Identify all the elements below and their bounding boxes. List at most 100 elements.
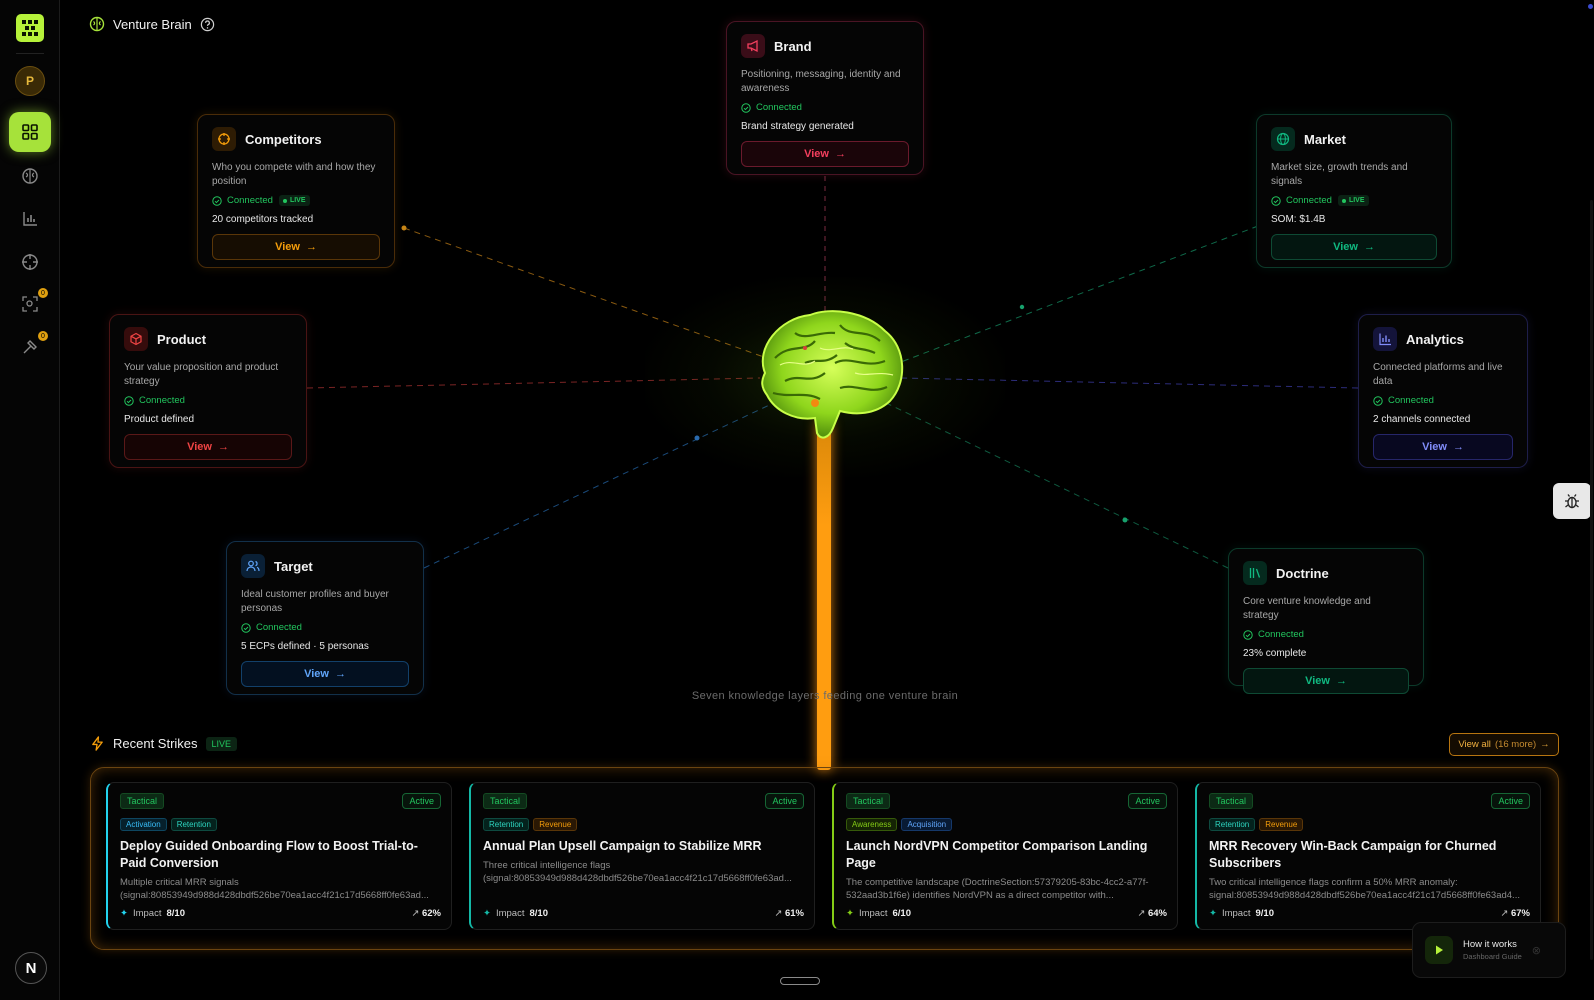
- arrow-right-icon: →: [834, 148, 846, 160]
- card-metric: 20 competitors tracked: [212, 214, 314, 225]
- connected-status: Connected: [1271, 195, 1332, 206]
- market-view-button[interactable]: View →: [1271, 234, 1437, 260]
- venture-brain-illustration: [745, 303, 910, 453]
- brain-icon-large: [761, 310, 904, 439]
- view-all-count: (16 more): [1494, 739, 1537, 750]
- arrow-right-icon: →: [1452, 441, 1464, 453]
- status-label: Connected: [256, 622, 302, 633]
- card-title: Brand: [774, 38, 812, 54]
- card-description: Core venture knowledge and strategy: [1243, 596, 1371, 621]
- strike-description: Multiple critical MRR signals (signal:80…: [120, 877, 429, 901]
- card-title: Analytics: [1406, 331, 1464, 347]
- arrow-right-icon: →: [1363, 241, 1375, 253]
- check-circle-icon: [241, 622, 251, 633]
- category-tag: Acquisition: [901, 818, 953, 831]
- competitors-view-button[interactable]: View →: [212, 234, 380, 260]
- trend-up-icon: ↗: [1500, 908, 1509, 919]
- bar-chart-icon: [1373, 327, 1397, 351]
- category-tag: Retention: [1209, 818, 1256, 831]
- product-view-button[interactable]: View →: [124, 434, 292, 460]
- arrow-right-icon: →: [1335, 675, 1347, 687]
- strike-title: Annual Plan Upsell Campaign to Stabilize…: [483, 839, 762, 853]
- impact-icon: ✦: [483, 908, 491, 919]
- arrow-right-icon: →: [305, 241, 317, 253]
- card-target: Target Ideal customer profiles and buyer…: [226, 541, 424, 695]
- target-view-button[interactable]: View →: [241, 661, 409, 687]
- status-label: Connected: [756, 102, 802, 113]
- status-label: Connected: [1388, 395, 1434, 406]
- megaphone-icon: [741, 34, 765, 58]
- trend-up-icon: ↗: [411, 908, 420, 919]
- connected-status: Connected: [212, 195, 273, 206]
- check-circle-icon: [1373, 395, 1383, 406]
- view-label: View: [304, 668, 329, 680]
- section-title: Recent Strikes: [113, 736, 198, 751]
- strike-card[interactable]: Tactical Active Retention Revenue MRR Re…: [1195, 782, 1541, 930]
- strike-card[interactable]: Tactical Active Activation Retention Dep…: [106, 782, 452, 930]
- status-label: Connected: [227, 195, 273, 206]
- strike-card[interactable]: Tactical Active Retention Revenue Annual…: [469, 782, 815, 930]
- impact-score: ✦ Impact 8/10: [483, 908, 548, 919]
- close-icon[interactable]: ⊗: [1532, 944, 1541, 957]
- strike-type-tag: Tactical: [846, 793, 891, 809]
- strike-status-tag: Active: [402, 793, 441, 809]
- energy-beam: [817, 420, 831, 770]
- strike-title: MRR Recovery Win-Back Campaign for Churn…: [1209, 839, 1497, 870]
- analytics-view-button[interactable]: View →: [1373, 434, 1513, 460]
- view-label: View: [1333, 241, 1358, 253]
- debug-button[interactable]: [1553, 483, 1591, 519]
- connected-status: Connected: [124, 395, 185, 406]
- card-metric: SOM: $1.4B: [1271, 214, 1326, 225]
- brand-view-button[interactable]: View →: [741, 141, 909, 167]
- how-it-works-subtitle: Dashboard Guide: [1463, 952, 1522, 961]
- recent-strikes-header: Recent Strikes LIVE: [90, 736, 238, 751]
- strike-title: Deploy Guided Onboarding Flow to Boost T…: [120, 839, 418, 870]
- card-metric: 5 ECPs defined · 5 personas: [241, 641, 369, 652]
- trend-up-icon: ↗: [1137, 908, 1146, 919]
- strike-card[interactable]: Tactical Active Awareness Acquisition La…: [832, 782, 1178, 930]
- strike-type-tag: Tactical: [120, 793, 165, 809]
- notification-dot: [1588, 4, 1593, 9]
- card-title: Competitors: [245, 131, 322, 147]
- confidence-percent: ↗ 61%: [774, 908, 804, 919]
- trend-up-icon: ↗: [774, 908, 783, 919]
- card-competitors: Competitors Who you compete with and how…: [197, 114, 395, 268]
- connected-status: Connected: [741, 102, 802, 113]
- card-analytics: Analytics Connected platforms and live d…: [1358, 314, 1528, 468]
- scrollbar[interactable]: [1590, 200, 1593, 960]
- card-market: Market Market size, growth trends and si…: [1256, 114, 1452, 268]
- crosshair-icon: [212, 127, 236, 151]
- card-brand: Brand Positioning, messaging, identity a…: [726, 21, 924, 175]
- view-all-strikes-button[interactable]: View all (16 more) →: [1449, 733, 1559, 756]
- view-all-label: View all: [1458, 739, 1491, 750]
- arrow-right-icon: →: [1540, 739, 1550, 750]
- strike-type-tag: Tactical: [483, 793, 528, 809]
- how-it-works-widget[interactable]: How it works Dashboard Guide ⊗: [1412, 922, 1566, 978]
- card-title: Product: [157, 331, 207, 347]
- view-label: View: [1422, 441, 1447, 453]
- card-description: Ideal customer profiles and buyer person…: [241, 589, 389, 614]
- check-circle-icon: [741, 102, 751, 113]
- category-tag: Awareness: [846, 818, 898, 831]
- scroll-indicator[interactable]: [780, 977, 820, 985]
- doctrine-view-button[interactable]: View →: [1243, 668, 1409, 694]
- impact-icon: ✦: [120, 908, 128, 919]
- bug-icon: [1565, 494, 1579, 509]
- card-description: Positioning, messaging, identity and awa…: [741, 69, 901, 94]
- confidence-percent: ↗ 67%: [1500, 908, 1530, 919]
- check-circle-icon: [124, 395, 134, 406]
- view-label: View: [275, 241, 300, 253]
- impact-icon: ✦: [1209, 908, 1217, 919]
- lightning-icon: [92, 736, 103, 751]
- impact-score: ✦ Impact 8/10: [120, 908, 185, 919]
- strike-description: Two critical intelligence flags confirm …: [1209, 877, 1520, 901]
- status-label: Connected: [1286, 195, 1332, 206]
- live-badge: LIVE: [205, 736, 238, 751]
- strike-description: Three critical intelligence flags (signa…: [483, 860, 792, 884]
- view-label: View: [187, 441, 212, 453]
- status-label: Connected: [139, 395, 185, 406]
- category-tag: Retention: [170, 818, 217, 831]
- check-circle-icon: [212, 195, 222, 206]
- card-description: Who you compete with and how they positi…: [212, 162, 376, 187]
- connected-status: Connected: [1243, 629, 1304, 640]
